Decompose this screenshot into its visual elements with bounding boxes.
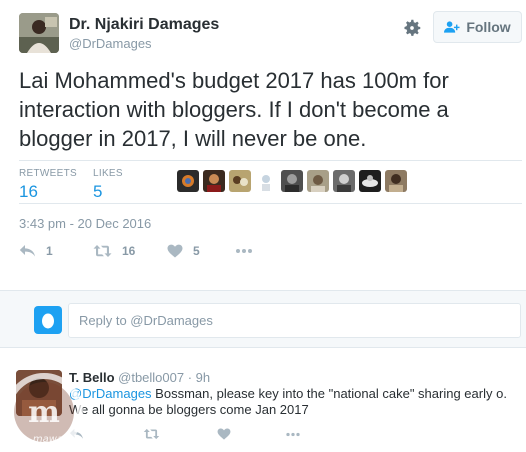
reply-time[interactable]: · 9h (188, 370, 210, 385)
reply-mention[interactable]: @DrDamages (69, 386, 152, 401)
retweets-value[interactable]: 16 (19, 182, 77, 202)
divider (19, 203, 522, 204)
more-dots-icon (236, 249, 252, 253)
liker-avatar[interactable] (359, 170, 381, 192)
follow-label: Follow (466, 19, 511, 35)
reply-more-button[interactable] (285, 432, 301, 437)
reply-author-line: T. Bello @tbello007 · 9h (69, 370, 210, 385)
likes-value[interactable]: 5 (93, 182, 123, 202)
reply-count: 1 (46, 244, 53, 258)
more-button[interactable] (235, 248, 253, 254)
reply-box: Reply to @DrDamages (0, 290, 526, 348)
reply-tweet: T. Bello @tbello007 · 9h @DrDamages Boss… (0, 348, 526, 452)
retweet-icon (143, 428, 160, 440)
heart-icon (217, 428, 231, 440)
reply-author-handle[interactable]: @tbello007 (118, 370, 184, 385)
author-name[interactable]: Dr. Njakiri Damages (69, 16, 219, 34)
my-avatar (34, 306, 62, 334)
liker-avatar[interactable] (203, 170, 225, 192)
liker-avatar[interactable] (177, 170, 199, 192)
reply-input[interactable]: Reply to @DrDamages (68, 303, 521, 338)
retweet-icon (93, 245, 112, 257)
reply-retweet-button[interactable] (143, 428, 217, 440)
retweet-count: 16 (122, 244, 136, 258)
follow-button[interactable]: Follow (433, 11, 522, 43)
main-tweet: Dr. Njakiri Damages @DrDamages Follow La… (0, 0, 526, 290)
retweets-stat[interactable]: RETWEETS 16 (19, 168, 77, 202)
like-count: 5 (193, 244, 200, 258)
like-button[interactable]: 5 (167, 244, 235, 258)
tweet-actions: 1 16 5 (19, 244, 253, 258)
add-user-icon (444, 21, 460, 33)
reply-actions (69, 428, 301, 440)
divider (19, 160, 522, 161)
liker-avatars (177, 170, 407, 192)
gear-icon[interactable] (401, 17, 423, 39)
retweet-button[interactable]: 16 (93, 244, 167, 258)
author-handle[interactable]: @DrDamages (69, 36, 152, 51)
liker-avatar[interactable] (385, 170, 407, 192)
reply-like-button[interactable] (217, 428, 285, 440)
egg-icon (42, 313, 54, 329)
likes-stat[interactable]: LIKES 5 (93, 168, 123, 202)
reply-text: @DrDamages Bossman, please key into the … (69, 386, 521, 418)
heart-icon (167, 244, 183, 258)
liker-avatar[interactable] (255, 170, 277, 192)
reply-author-avatar[interactable] (16, 370, 62, 416)
reply-author-name[interactable]: T. Bello (69, 370, 115, 385)
liker-avatar[interactable] (281, 170, 303, 192)
liker-avatar[interactable] (229, 170, 251, 192)
liker-avatar[interactable] (333, 170, 355, 192)
more-dots-icon (286, 432, 300, 436)
reply-reply-button[interactable] (69, 428, 143, 440)
tweet-timestamp[interactable]: 3:43 pm - 20 Dec 2016 (19, 216, 151, 231)
reply-icon (69, 428, 83, 439)
author-avatar[interactable] (19, 13, 59, 53)
liker-avatar[interactable] (307, 170, 329, 192)
tweet-text: Lai Mohammed's budget 2017 has 100m for … (19, 68, 449, 151)
likes-label: LIKES (93, 168, 123, 179)
retweets-label: RETWEETS (19, 168, 77, 179)
reply-icon (19, 245, 35, 257)
reply-button[interactable]: 1 (19, 244, 93, 258)
